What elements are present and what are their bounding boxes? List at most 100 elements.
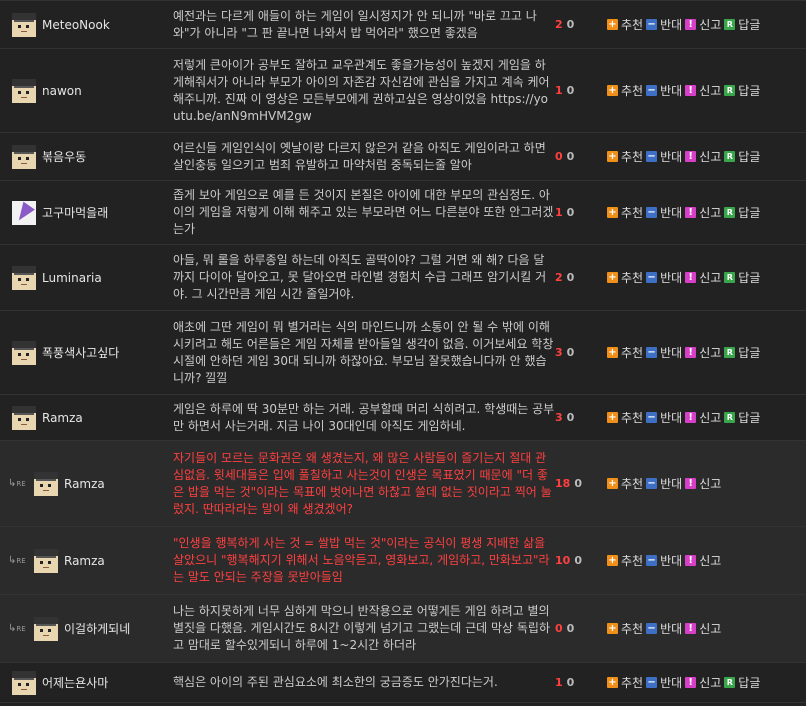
comment-row: Luminaria 아들, 뭐 롤을 하루종일 하는데 아직도 골딱이야? 그럴…: [0, 245, 806, 311]
author-nickname[interactable]: 볶음우동: [42, 148, 86, 165]
report-button[interactable]: ! 신고: [685, 269, 721, 286]
comment-author[interactable]: 폭풍색사고싶다: [0, 340, 173, 365]
plus-icon: +: [607, 19, 618, 30]
oppose-button[interactable]: − 반대: [646, 204, 682, 221]
report-button[interactable]: ! 신고: [685, 16, 721, 33]
comment-text: 저렇게 큰아이가 공부도 잘하고 교우관계도 좋을가능성이 높겠지 게임을 하게…: [173, 57, 550, 123]
comment-author[interactable]: nawon: [0, 78, 173, 103]
vote-count: 00: [555, 622, 607, 635]
recommend-button[interactable]: + 추천: [607, 344, 643, 361]
recommend-button[interactable]: + 추천: [607, 82, 643, 99]
minus-icon: −: [646, 412, 658, 423]
upvote-count: 18: [555, 477, 571, 490]
comment-author[interactable]: MeteoNook: [0, 12, 173, 37]
reply-icon: R: [724, 207, 736, 218]
recommend-button[interactable]: + 추천: [607, 409, 643, 426]
recommend-button[interactable]: + 추천: [607, 204, 643, 221]
report-button[interactable]: ! 신고: [685, 148, 721, 165]
oppose-button[interactable]: − 반대: [646, 475, 682, 492]
author-nickname[interactable]: 폭풍색사고싶다: [42, 344, 119, 361]
downvote-count: 0: [566, 346, 575, 359]
oppose-button[interactable]: − 반대: [646, 148, 682, 165]
oppose-button[interactable]: − 반대: [646, 82, 682, 99]
recommend-button[interactable]: + 추천: [607, 475, 643, 492]
reply-button[interactable]: R 답글: [724, 16, 760, 33]
reply-button[interactable]: R 답글: [724, 82, 760, 99]
avatar: [12, 265, 36, 290]
reply-icon: R: [724, 151, 736, 162]
reply-button[interactable]: R 답글: [724, 409, 760, 426]
reply-button[interactable]: R 답글: [724, 344, 760, 361]
author-nickname[interactable]: 고구마먹을래: [42, 204, 108, 221]
author-nickname[interactable]: Luminaria: [42, 271, 102, 285]
oppose-button[interactable]: − 반대: [646, 409, 682, 426]
comment-author[interactable]: 어제는욘사마: [0, 670, 173, 695]
vote-count: 10 0: [555, 554, 607, 567]
report-button[interactable]: ! 신고: [685, 674, 721, 691]
minus-icon: −: [646, 85, 658, 96]
minus-icon: −: [646, 19, 658, 30]
vote-count: 10: [555, 676, 607, 689]
downvote-count: 0: [574, 554, 582, 567]
report-button[interactable]: ! 신고: [685, 409, 721, 426]
reply-button[interactable]: R 답글: [724, 674, 760, 691]
comment-actions: + 추천 − 반대 ! 신고: [607, 620, 724, 637]
oppose-button[interactable]: − 반대: [646, 620, 682, 637]
avatar: [12, 405, 36, 430]
minus-icon: −: [646, 207, 658, 218]
reply-button[interactable]: R 답글: [724, 269, 760, 286]
comment-actions: + 추천 − 반대 ! 신고 R 답글: [607, 269, 763, 286]
oppose-button[interactable]: − 반대: [646, 344, 682, 361]
author-nickname[interactable]: nawon: [42, 84, 82, 98]
report-button[interactable]: ! 신고: [685, 475, 721, 492]
avatar: [12, 78, 36, 103]
comment-list: MeteoNook 예전과는 다르게 애들이 하는 게임이 일시정지가 안 되니…: [0, 0, 806, 703]
comment-author[interactable]: ↳RE 이걸하게되네: [0, 616, 173, 641]
oppose-button[interactable]: − 반대: [646, 552, 682, 569]
comment-actions: + 추천 − 반대 ! 신고: [607, 552, 724, 569]
minus-icon: −: [646, 677, 658, 688]
report-icon: !: [685, 19, 697, 30]
recommend-button[interactable]: + 추천: [607, 269, 643, 286]
oppose-button[interactable]: − 반대: [646, 16, 682, 33]
comment-author[interactable]: Ramza: [0, 405, 173, 430]
report-button[interactable]: ! 신고: [685, 552, 721, 569]
author-nickname[interactable]: Ramza: [42, 411, 83, 425]
author-nickname[interactable]: 이걸하게되네: [64, 620, 130, 637]
comment-author[interactable]: 고구마먹을래: [0, 200, 173, 225]
minus-icon: −: [646, 623, 658, 634]
recommend-button[interactable]: + 추천: [607, 620, 643, 637]
reply-button[interactable]: R 답글: [724, 204, 760, 221]
comment-actions: + 추천 − 반대 ! 신고 R 답글: [607, 82, 763, 99]
recommend-button[interactable]: + 추천: [607, 674, 643, 691]
upvote-count: 0: [555, 150, 563, 163]
reply-button[interactable]: R 답글: [724, 148, 760, 165]
comment-text: 아들, 뭐 롤을 하루종일 하는데 아직도 골딱이야? 그럴 거면 왜 해? 다…: [173, 253, 547, 301]
author-nickname[interactable]: Ramza: [64, 477, 105, 491]
comment-actions: + 추천 − 반대 ! 신고 R 답글: [607, 409, 763, 426]
report-button[interactable]: ! 신고: [685, 344, 721, 361]
report-button[interactable]: ! 신고: [685, 620, 721, 637]
reply-icon: R: [724, 85, 736, 96]
author-nickname[interactable]: MeteoNook: [42, 18, 110, 32]
plus-icon: +: [607, 85, 618, 96]
downvote-count: 0: [566, 84, 575, 97]
plus-icon: +: [607, 151, 618, 162]
upvote-count: 0: [555, 622, 563, 635]
recommend-button[interactable]: + 추천: [607, 148, 643, 165]
oppose-button[interactable]: − 반대: [646, 674, 682, 691]
recommend-button[interactable]: + 추천: [607, 552, 643, 569]
oppose-button[interactable]: − 반대: [646, 269, 682, 286]
report-button[interactable]: ! 신고: [685, 82, 721, 99]
reply-indicator-icon: ↳RE: [8, 554, 26, 566]
author-nickname[interactable]: 어제는욘사마: [42, 674, 108, 691]
report-button[interactable]: ! 신고: [685, 204, 721, 221]
reply-row: ↳RE 이걸하게되네 나는 하지못하게 너무 심하게 막으니 반작용으로 어떻게…: [0, 595, 806, 663]
author-nickname[interactable]: Ramza: [64, 554, 105, 568]
recommend-button[interactable]: + 추천: [607, 16, 643, 33]
downvote-count: 0: [566, 271, 575, 284]
comment-author[interactable]: Luminaria: [0, 265, 173, 290]
comment-author[interactable]: ↳RE Ramza: [0, 471, 173, 496]
comment-author[interactable]: ↳RE Ramza: [0, 548, 173, 573]
comment-author[interactable]: 볶음우동: [0, 144, 173, 169]
